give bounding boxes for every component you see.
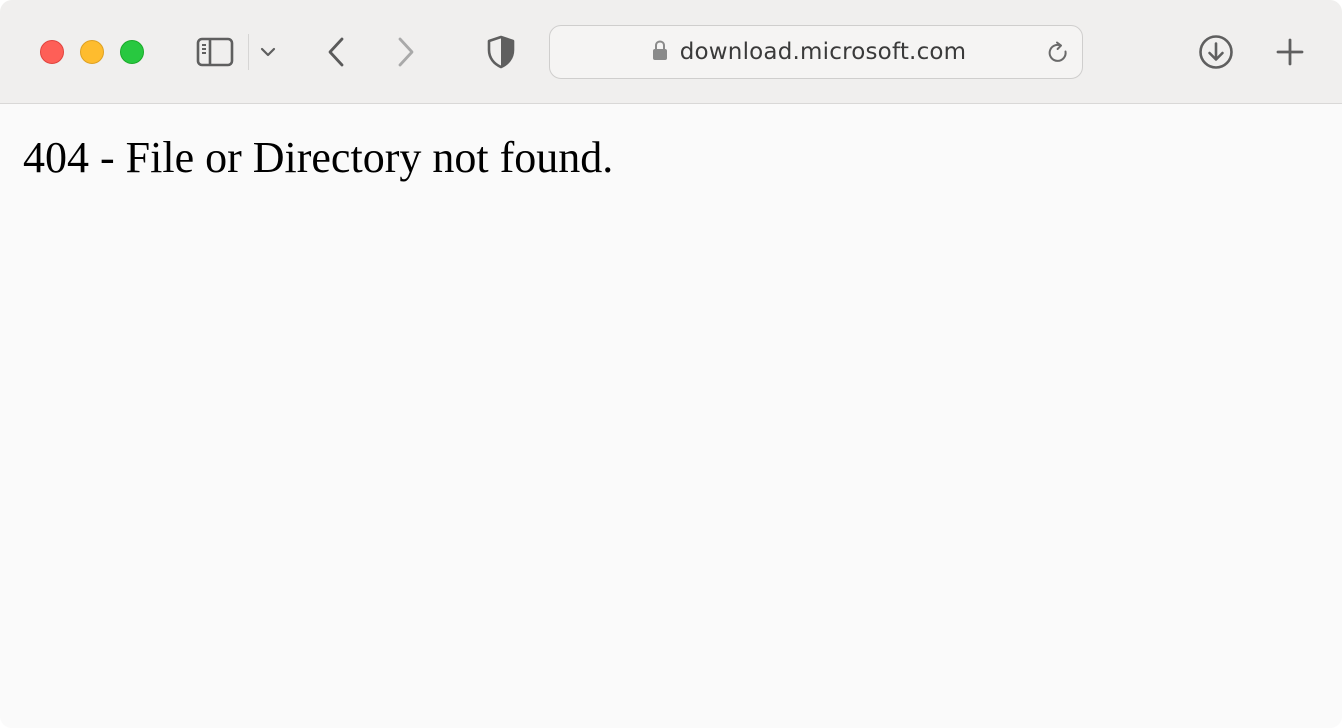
forward-button[interactable]	[388, 32, 424, 72]
address-bar[interactable]: download.microsoft.com	[549, 25, 1083, 79]
zoom-window-button[interactable]	[120, 40, 144, 64]
page-content: 404 - File or Directory not found.	[0, 105, 1342, 728]
address-content: download.microsoft.com	[550, 26, 1082, 78]
new-tab-button[interactable]	[1270, 32, 1310, 72]
chevron-down-icon	[260, 46, 276, 58]
sidebar-toggle-button[interactable]	[192, 33, 238, 71]
forward-icon	[395, 36, 417, 68]
privacy-report-button[interactable]	[482, 32, 520, 72]
close-window-button[interactable]	[40, 40, 64, 64]
error-message: 404 - File or Directory not found.	[23, 133, 614, 182]
back-button[interactable]	[318, 32, 354, 72]
plus-icon	[1275, 37, 1305, 67]
reload-icon	[1045, 40, 1071, 66]
minimize-window-button[interactable]	[80, 40, 104, 64]
back-icon	[325, 36, 347, 68]
reload-button[interactable]	[1044, 39, 1072, 67]
tab-group-menu-button[interactable]	[256, 40, 280, 64]
toolbar-divider	[248, 34, 249, 70]
lock-icon	[652, 39, 668, 66]
browser-window: download.microsoft.com 404 - File or Dir…	[0, 0, 1342, 728]
address-text: download.microsoft.com	[679, 39, 967, 65]
shield-icon	[486, 35, 516, 69]
download-icon	[1198, 34, 1234, 70]
downloads-button[interactable]	[1196, 32, 1236, 72]
toolbar: download.microsoft.com	[0, 0, 1342, 104]
sidebar-icon	[195, 36, 235, 68]
